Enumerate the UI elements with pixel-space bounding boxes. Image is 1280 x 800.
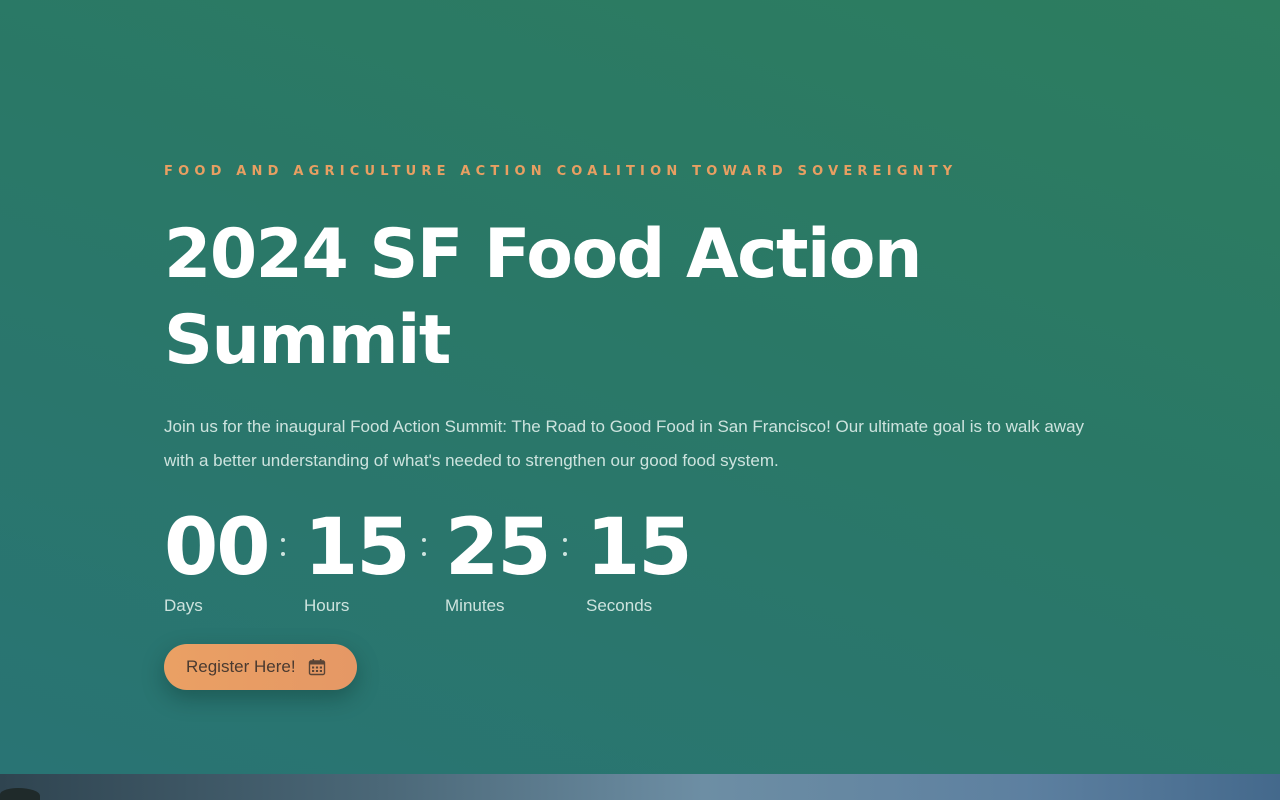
intro-text: Join us for the inaugural Food Action Su…: [164, 417, 1085, 470]
minutes-label: Minutes: [445, 596, 505, 615]
background-photo-strip: [0, 774, 1280, 800]
countdown-days: 00 Days: [164, 502, 271, 616]
register-button[interactable]: Register Here!: [164, 644, 357, 690]
countdown-hours: 15 Hours: [304, 502, 411, 616]
countdown-separator: [422, 538, 426, 560]
hero-section: FOOD AND AGRICULTURE ACTION COALITION TO…: [0, 0, 1280, 774]
countdown-timer: 00 Days 15 Hours 25 Minutes 15 Seconds: [164, 502, 764, 632]
seconds-value: 15: [586, 503, 693, 593]
countdown-separator: [563, 538, 567, 560]
register-button-label: Register Here!: [186, 657, 296, 676]
seconds-label: Seconds: [586, 596, 653, 615]
days-label: Days: [164, 596, 203, 615]
coalition-eyebrow: FOOD AND AGRICULTURE ACTION COALITION TO…: [164, 164, 958, 179]
days-value: 00: [164, 503, 271, 593]
minutes-value: 25: [445, 503, 552, 593]
countdown-seconds: 15 Seconds: [586, 502, 693, 616]
countdown-separator: [281, 538, 285, 560]
page-title: 2024 SF Food Action Summit: [164, 215, 922, 380]
hours-label: Hours: [304, 596, 350, 615]
countdown-minutes: 25 Minutes: [445, 502, 552, 616]
page: FOOD AND AGRICULTURE ACTION COALITION TO…: [0, 0, 1280, 800]
calendar-icon: [308, 658, 326, 676]
tree-silhouette: [0, 788, 40, 800]
hours-value: 15: [304, 503, 411, 593]
